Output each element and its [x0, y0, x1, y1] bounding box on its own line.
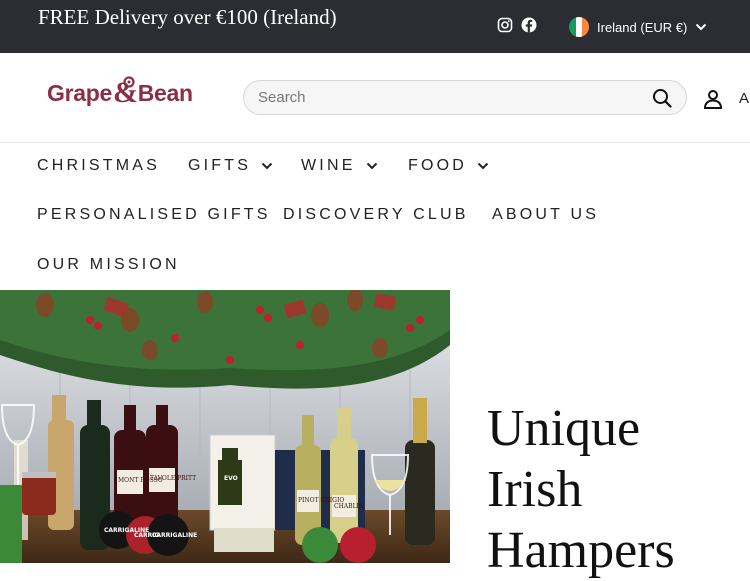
oil-label-text: EVO	[224, 475, 238, 482]
nav-item-wine[interactable]: WINE	[301, 157, 378, 175]
hero-title: Unique Irish Hampers	[487, 398, 675, 581]
hero-title-line: Hampers	[487, 522, 675, 579]
account-label[interactable]: A	[739, 90, 749, 107]
region-selector[interactable]: Ireland (EUR €)	[569, 16, 707, 38]
announcement-bar: FREE Delivery over €100 (Ireland) Irelan…	[0, 0, 750, 53]
nav-item-label: OUR MISSION	[37, 256, 180, 273]
wine-label-text-2: TAVOLE PRITT	[150, 475, 196, 482]
hero-image: MONT ROSSO TAVOLE PRITT PINOT GRIGIO CHA…	[0, 290, 450, 563]
nav-item-label: CHRISTMAS	[37, 157, 161, 174]
nav-item-label: FOOD	[408, 157, 468, 174]
search-input[interactable]	[258, 81, 638, 114]
logo-text-left: Grape	[47, 79, 112, 106]
chablis-label-text: CHABLIS	[334, 503, 363, 510]
nav-item-gifts[interactable]: GIFTS	[188, 157, 273, 175]
facebook-icon[interactable]	[521, 17, 537, 33]
ireland-flag-icon	[569, 17, 589, 37]
logo-swirl-icon	[123, 76, 135, 88]
chevron-down-icon	[477, 162, 489, 170]
hero-title-line: Irish	[487, 461, 583, 518]
chevron-down-icon	[366, 162, 377, 170]
nav-item-christmas[interactable]: CHRISTMAS	[37, 157, 160, 175]
nav-item-label: PERSONALISED GIFTS	[37, 206, 271, 223]
site-header: Grape & Bean A	[0, 53, 750, 143]
nav-item-label: GIFTS	[188, 157, 252, 174]
nav-item-discovery-club[interactable]: DISCOVERY CLUB	[283, 206, 469, 224]
chevron-down-icon	[696, 23, 707, 31]
region-label: Ireland (EUR €)	[597, 19, 688, 35]
nav-item-food[interactable]: FOOD	[408, 157, 489, 175]
free-delivery-text: FREE Delivery over €100 (Ireland)	[38, 5, 337, 29]
chevron-down-icon	[261, 162, 273, 170]
nav-item-personalised-gifts[interactable]: PERSONALISED GIFTS	[37, 206, 271, 224]
grape-and-bean-logo[interactable]: Grape & Bean	[47, 76, 193, 108]
nav-item-our-mission[interactable]: OUR MISSION	[37, 256, 180, 274]
nav-item-label: WINE	[301, 157, 356, 174]
nav-item-label: DISCOVERY CLUB	[283, 206, 469, 223]
logo-text-right: Bean	[137, 79, 193, 106]
search-bar[interactable]	[243, 80, 687, 115]
nav-item-label: ABOUT US	[492, 206, 600, 223]
main-navigation: CHRISTMAS GIFTS WINE FOOD PERSONALISED G…	[0, 143, 750, 290]
instagram-icon[interactable]	[497, 17, 513, 33]
cheese-label-3: CARRIGALINE	[152, 532, 197, 539]
search-icon[interactable]	[652, 88, 672, 108]
account-icon[interactable]	[703, 89, 723, 109]
hamper-illustration: MONT ROSSO TAVOLE PRITT PINOT GRIGIO CHA…	[0, 290, 450, 563]
hero-title-line: Unique	[487, 400, 641, 457]
nav-item-about-us[interactable]: ABOUT US	[492, 206, 599, 224]
